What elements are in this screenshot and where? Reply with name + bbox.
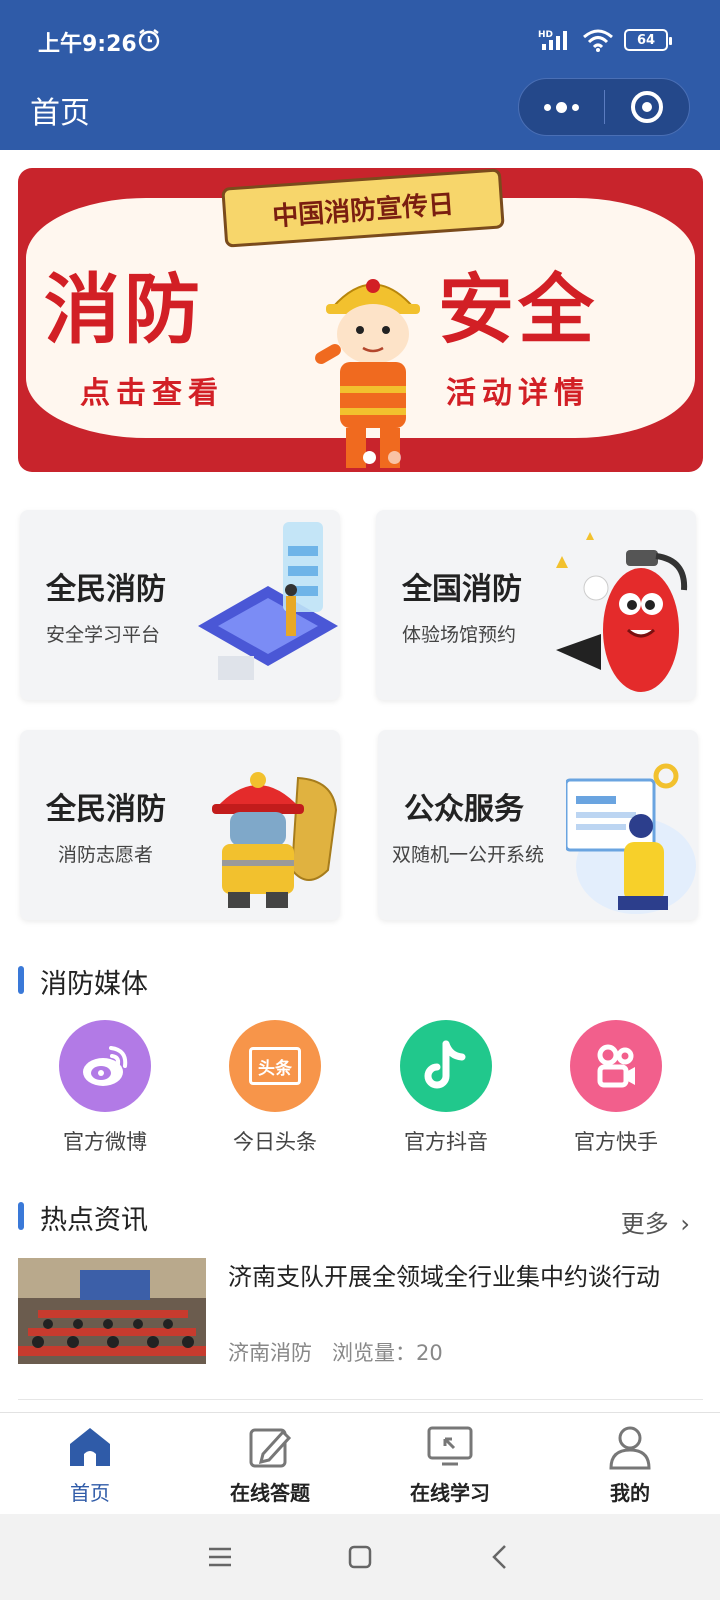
card-subtitle: 消防志愿者 <box>58 844 154 866</box>
banner-pagination <box>363 451 401 464</box>
news-source: 济南消防 <box>228 1341 312 1365</box>
card-subtitle: 安全学习平台 <box>46 624 161 646</box>
section-indicator <box>18 966 24 994</box>
card-subtitle: 双随机一公开系统 <box>392 844 545 866</box>
toutiao-badge: 头条 <box>249 1047 301 1085</box>
alarm-icon <box>138 29 160 52</box>
media-label: 官方微博 <box>63 1130 147 1154</box>
card-fire-learning[interactable]: 全民消防 安全学习平台 <box>20 510 340 700</box>
mini-program-capsule <box>518 78 690 136</box>
weibo-icon <box>59 1020 151 1112</box>
home-icon <box>66 1423 114 1471</box>
news-meta: 济南消防 浏览量：20 <box>228 1337 443 1367</box>
tab-label: 在线学习 <box>410 1481 490 1505</box>
section-indicator <box>18 1202 24 1230</box>
close-mini-program-button[interactable] <box>605 79 690 135</box>
fire-extinguisher-mascot-icon <box>556 532 688 692</box>
news-thumbnail[interactable] <box>18 1258 206 1364</box>
status-indicators: HD 64 <box>538 28 672 52</box>
toutiao-icon: 头条 <box>229 1020 321 1112</box>
online-platform-illustration-icon <box>198 522 338 680</box>
promo-banner[interactable]: 中国消防宣传日 消防 安全 点击查看 活动详情 <box>18 168 703 472</box>
news-headline[interactable]: 济南支队开展全领域全行业集中约谈行动 <box>228 1260 698 1294</box>
banner-dot[interactable] <box>363 451 376 464</box>
system-navigation-bar <box>0 1514 720 1600</box>
battery-icon: 64 <box>624 29 672 51</box>
more-menu-button[interactable] <box>519 79 604 135</box>
home-square-icon[interactable] <box>340 1537 380 1577</box>
learning-screen-icon <box>426 1423 474 1471</box>
back-icon[interactable] <box>480 1537 520 1577</box>
edit-icon <box>246 1423 294 1471</box>
card-volunteers[interactable]: 全民消防 消防志愿者 <box>20 730 340 920</box>
top-bar: 上午9:26 HD 64 首页 <box>0 0 720 150</box>
status-time: 上午9:26 <box>38 32 137 57</box>
tab-label: 首页 <box>70 1481 110 1505</box>
douyin-icon <box>400 1020 492 1112</box>
public-service-illustration-icon <box>566 763 696 914</box>
bottom-tab-bar: 首页 在线答题 在线学习 我的 <box>0 1412 720 1514</box>
banner-left-title: 消防 <box>44 265 204 354</box>
media-label: 今日头条 <box>233 1130 317 1154</box>
section-title-media: 消防媒体 <box>40 969 148 1000</box>
tab-label: 我的 <box>610 1481 650 1505</box>
card-venue-booking[interactable]: 全国消防 体验场馆预约 <box>376 510 696 700</box>
section-title-news: 热点资讯 <box>40 1205 148 1236</box>
tab-label: 在线答题 <box>230 1481 310 1505</box>
meeting-photo-icon <box>18 1258 206 1364</box>
media-label: 官方快手 <box>574 1130 658 1154</box>
chevron-right-icon: › <box>680 1210 690 1238</box>
card-subtitle: 体验场馆预约 <box>402 624 517 646</box>
tab-online-learning[interactable]: 在线学习 <box>360 1413 540 1514</box>
news-views: 浏览量：20 <box>332 1341 443 1365</box>
volunteer-firefighter-icon <box>212 772 338 908</box>
banner-right-caption: 活动详情 <box>446 376 590 411</box>
menu-icon[interactable] <box>200 1537 240 1577</box>
wifi-icon <box>583 29 613 52</box>
card-title: 全国消防 <box>402 572 522 607</box>
user-icon <box>606 1423 654 1471</box>
banner-dot[interactable] <box>388 451 401 464</box>
media-label: 官方抖音 <box>404 1130 488 1154</box>
tab-mine[interactable]: 我的 <box>540 1413 720 1514</box>
card-title: 全民消防 <box>46 572 166 607</box>
tab-home[interactable]: 首页 <box>0 1413 180 1514</box>
news-more-link[interactable]: 更多 › <box>621 1204 690 1239</box>
media-item-toutiao[interactable]: 头条 今日头条 <box>190 1020 360 1156</box>
signal-icon: HD <box>538 30 567 50</box>
card-title: 全民消防 <box>46 792 166 827</box>
media-item-douyin[interactable]: 官方抖音 <box>361 1020 531 1156</box>
firefighter-mascot-icon <box>315 279 420 468</box>
more-label: 更多 <box>620 1210 669 1238</box>
kuaishou-icon <box>570 1020 662 1112</box>
banner-left-caption: 点击查看 <box>80 376 224 411</box>
divider <box>18 1399 703 1400</box>
media-item-kuaishou[interactable]: 官方快手 <box>531 1020 701 1156</box>
media-item-weibo[interactable]: 官方微博 <box>20 1020 190 1156</box>
page-title: 首页 <box>30 96 90 131</box>
target-icon <box>630 91 663 123</box>
banner-right-title: 安全 <box>438 265 598 354</box>
more-dots-icon <box>543 101 579 113</box>
card-public-service[interactable]: 公众服务 双随机一公开系统 <box>378 730 698 920</box>
svg-text:HD: HD <box>538 30 553 40</box>
card-title: 公众服务 <box>404 792 524 827</box>
tab-online-quiz[interactable]: 在线答题 <box>180 1413 360 1514</box>
